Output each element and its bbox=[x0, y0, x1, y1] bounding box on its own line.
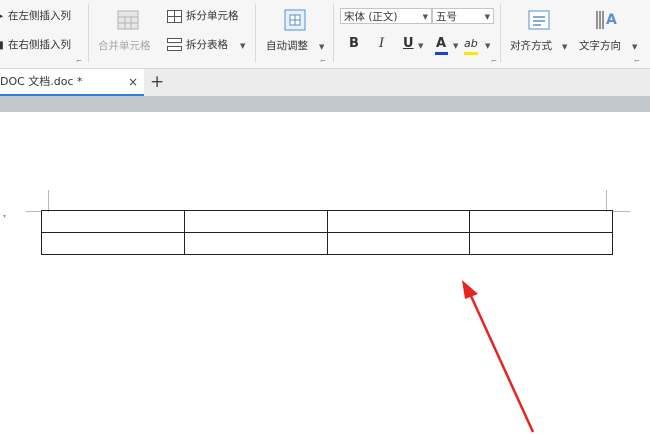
annotation-arrow-icon bbox=[462, 280, 535, 433]
